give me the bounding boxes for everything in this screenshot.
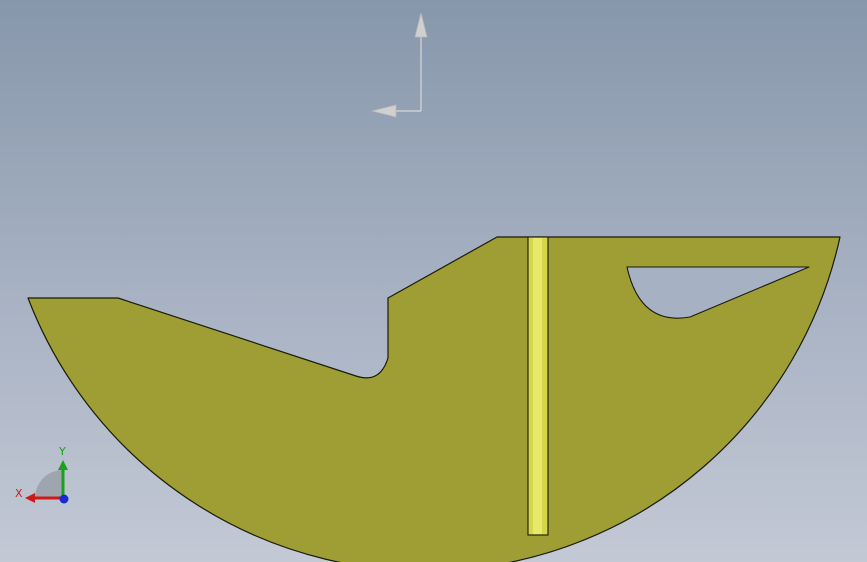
triad-y-label: Y	[58, 445, 66, 458]
part-body[interactable]	[27, 236, 841, 562]
view-orientation-triad-icon[interactable]: Y X	[15, 445, 69, 504]
triad-quadrant-shade	[35, 470, 63, 498]
cad-graphics-viewport[interactable]: Y X	[0, 0, 867, 562]
triad-x-label: X	[15, 487, 23, 500]
triad-z-axis	[59, 494, 69, 504]
triad-x-arrowhead	[25, 493, 35, 503]
triad-y-arrowhead	[58, 460, 68, 470]
part-slot-highlight	[533, 238, 542, 534]
model-view-canvas[interactable]: Y X	[0, 0, 867, 562]
sketch-origin-up-arrowhead	[414, 12, 428, 38]
sketch-origin-arrows-icon	[371, 12, 428, 118]
sketch-origin-left-arrowhead	[371, 104, 397, 118]
